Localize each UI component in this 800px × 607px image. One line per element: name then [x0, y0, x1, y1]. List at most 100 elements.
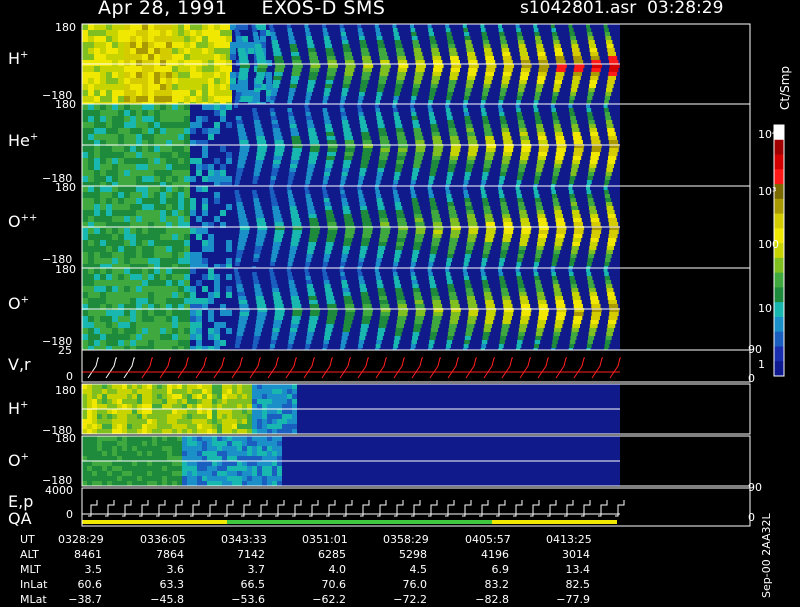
heat-cell — [432, 234, 442, 238]
heat-cell — [154, 42, 160, 48]
heat-cell — [124, 116, 130, 122]
heat-cell — [148, 316, 154, 322]
heat-cell — [481, 276, 487, 280]
heat-cell — [227, 394, 232, 399]
heat-cell — [130, 298, 136, 304]
heat-cell — [308, 296, 317, 300]
heat-cell — [132, 429, 137, 434]
heat-cell — [232, 441, 237, 446]
heat-cell — [142, 116, 148, 122]
heat-cell — [393, 28, 398, 32]
heat-cell — [247, 441, 252, 446]
heat-cell — [262, 476, 267, 481]
heat-cell — [142, 170, 148, 176]
heat-cell — [214, 60, 220, 66]
heat-cell — [160, 84, 166, 90]
heat-cell — [124, 48, 130, 54]
heat-cell — [273, 320, 282, 324]
heat-cell — [247, 404, 252, 409]
heat-cell — [430, 84, 438, 88]
heat-cell — [142, 110, 148, 116]
heat-cell — [360, 84, 368, 88]
heat-cell — [106, 48, 112, 54]
heat-cell — [483, 210, 492, 214]
heat-cell — [190, 48, 196, 54]
heat-cell — [447, 92, 453, 96]
heat-cell — [535, 88, 542, 92]
heat-cell — [112, 228, 118, 234]
heat-cell — [362, 230, 373, 234]
heat-cell — [291, 52, 300, 56]
heat-cell — [322, 28, 328, 32]
heat-cell — [92, 429, 97, 434]
heat-cell — [287, 389, 292, 394]
heat-cell — [282, 399, 287, 404]
heat-cell — [254, 288, 262, 292]
panel-label-o-plus-plus: O++ — [8, 212, 38, 231]
heat-cell — [262, 441, 267, 446]
heat-cell — [554, 328, 562, 332]
heat-cell — [178, 122, 184, 128]
heat-cell — [136, 146, 142, 152]
heat-cell — [552, 32, 558, 36]
heat-cell — [520, 304, 531, 308]
heat-cell — [160, 228, 166, 234]
heat-cell — [267, 441, 272, 446]
heat-cell — [411, 112, 417, 116]
heat-cell — [520, 234, 530, 238]
heat-cell — [87, 424, 92, 429]
heat-cell — [251, 24, 256, 28]
heat-cell — [450, 140, 460, 144]
heat-cell — [498, 100, 504, 104]
heat-cell — [359, 254, 366, 258]
heat-cell — [377, 88, 384, 92]
heat-cell — [160, 96, 166, 102]
heat-cell — [232, 481, 237, 486]
heat-cell — [430, 246, 439, 250]
heat-cell — [485, 304, 495, 308]
heat-cell — [132, 471, 137, 476]
heat-cell — [272, 404, 277, 409]
heat-cell — [208, 268, 214, 274]
heat-cell — [282, 409, 287, 414]
heat-cell — [554, 210, 562, 214]
heat-cell — [118, 240, 124, 246]
heat-cell — [501, 160, 510, 164]
heat-cell — [106, 286, 112, 292]
heat-cell — [277, 419, 282, 424]
heat-cell — [178, 298, 184, 304]
heat-cell — [552, 116, 559, 120]
heat-cell — [100, 274, 106, 280]
heat-cell — [160, 192, 166, 198]
heat-cell — [323, 276, 329, 280]
heat-cell — [326, 320, 335, 324]
heat-cell — [448, 128, 457, 132]
heat-cell — [515, 104, 520, 108]
heat-cell — [147, 436, 152, 441]
heat-cell — [448, 48, 457, 52]
heat-cell — [446, 112, 452, 116]
heat-cell — [589, 128, 598, 132]
heat-cell — [217, 461, 222, 466]
heat-cell — [609, 148, 619, 152]
heat-cell — [178, 210, 184, 216]
heat-cell — [307, 168, 314, 172]
heat-cell — [569, 32, 575, 36]
heat-cell — [396, 324, 405, 328]
heat-cell — [157, 424, 162, 429]
heat-cell — [82, 24, 88, 30]
heat-cell — [573, 304, 583, 308]
heat-cell — [308, 242, 317, 246]
heat-cell — [358, 32, 364, 36]
heat-cell — [308, 320, 318, 324]
heat-cell — [322, 186, 326, 190]
heat-cell — [430, 124, 438, 128]
heat-cell — [130, 84, 136, 90]
heat-cell — [291, 234, 301, 238]
heat-cell — [572, 238, 582, 242]
heat-cell — [92, 481, 97, 486]
heat-cell — [94, 90, 100, 96]
heat-cell — [287, 28, 292, 32]
heat-cell — [242, 441, 247, 446]
heat-cell — [411, 32, 417, 36]
